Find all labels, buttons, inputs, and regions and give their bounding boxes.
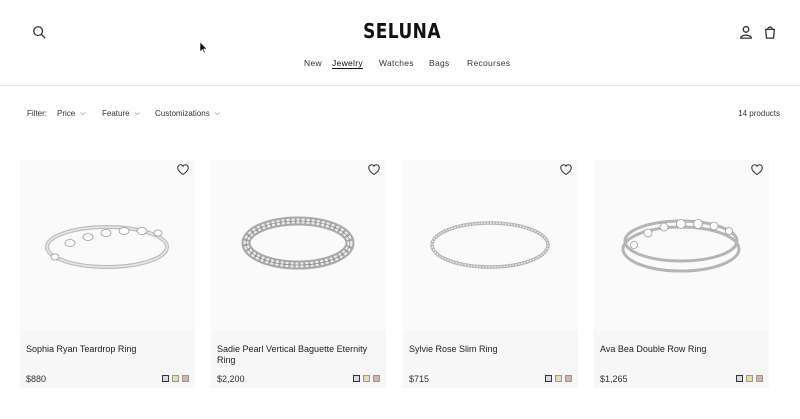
filter-label: Filter: [27,109,47,118]
double-row-ring-image [621,219,741,273]
swatch-silver[interactable] [162,375,169,382]
color-swatches [736,375,763,382]
teardrop-ring-image [45,225,169,269]
product-title[interactable]: Sadie Pearl Vertical Baguette Eternity R… [217,344,377,366]
wishlist-heart-icon[interactable] [751,163,765,177]
swatch-silver[interactable] [545,375,552,382]
color-swatches [353,375,380,382]
nav-item-jewelry[interactable]: Jewelry [332,58,363,68]
chevron-down-icon: ⌵ [80,110,86,117]
filter-feature-label: Feature [102,109,130,118]
product-count: 14 products [738,109,780,118]
account-icon[interactable] [736,22,756,42]
chevron-down-icon: ⌵ [214,110,220,117]
product-title[interactable]: Ava Bea Double Row Ring [600,344,760,355]
swatch-gold[interactable] [172,375,179,382]
nav-item-recourses[interactable]: Recourses [467,58,510,68]
wishlist-heart-icon[interactable] [368,163,382,177]
wishlist-heart-icon[interactable] [177,163,191,177]
product-price: $1,265 [600,374,628,384]
filter-customizations-label: Customizations [155,109,210,118]
swatch-silver[interactable] [353,375,360,382]
product-image[interactable] [211,160,386,330]
nav-item-bags[interactable]: Bags [429,58,450,68]
filter-feature-dropdown[interactable]: Feature ⌵ [102,109,140,119]
swatch-rose[interactable] [565,375,572,382]
product-price: $2,200 [217,374,245,384]
product-image[interactable] [20,160,195,330]
swatch-gold[interactable] [555,375,562,382]
baguette-eternity-ring-image [241,216,355,270]
product-card[interactable]: Sadie Pearl Vertical Baguette Eternity R… [211,160,386,388]
filter-price-dropdown[interactable]: Price ⌵ [57,109,86,119]
product-card[interactable]: Sophia Ryan Teardrop Ring $880 [20,160,195,388]
site-logo[interactable]: SELUNA [358,19,446,43]
product-image[interactable] [403,160,578,330]
color-swatches [545,375,572,382]
product-title[interactable]: Sophia Ryan Teardrop Ring [26,344,186,355]
nav-item-watches[interactable]: Watches [379,58,414,68]
wishlist-heart-icon[interactable] [560,163,574,177]
slim-ring-image [430,221,550,269]
filter-bar: Filter: Price ⌵ Feature ⌵ Customizations ⌵ … [0,104,800,124]
filter-price-label: Price [57,109,76,118]
swatch-rose[interactable] [756,375,763,382]
chevron-down-icon: ⌵ [134,110,140,117]
product-card[interactable]: Sylvie Rose Slim Ring $715 [403,160,578,388]
site-header: SELUNA New Jewelry Watches Bags Recourse… [0,0,800,86]
swatch-gold[interactable] [746,375,753,382]
product-title[interactable]: Sylvie Rose Slim Ring [409,344,569,355]
cart-icon[interactable] [760,22,780,42]
product-image[interactable] [594,160,769,330]
color-swatches [162,375,189,382]
swatch-gold[interactable] [363,375,370,382]
filter-customizations-dropdown[interactable]: Customizations ⌵ [155,109,220,119]
product-price: $715 [409,374,430,384]
search-icon[interactable] [29,22,49,42]
mouse-cursor-icon [200,42,208,54]
swatch-silver[interactable] [736,375,743,382]
product-price: $880 [26,374,47,384]
swatch-rose[interactable] [182,375,189,382]
nav-item-new[interactable]: New [304,58,322,68]
product-card[interactable]: Ava Bea Double Row Ring $1,265 [594,160,769,388]
swatch-rose[interactable] [373,375,380,382]
main-nav: New Jewelry Watches Bags Recourses [0,58,800,72]
